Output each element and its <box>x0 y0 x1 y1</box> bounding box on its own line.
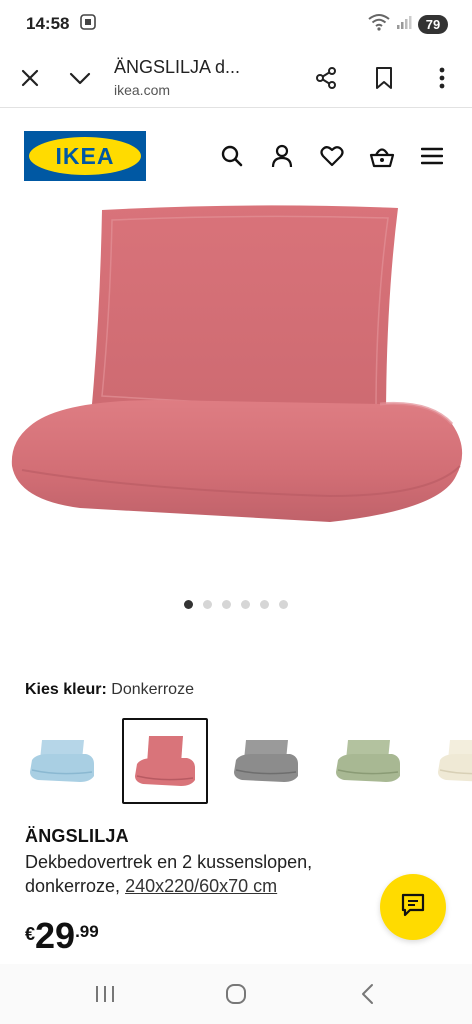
carousel-dot[interactable] <box>260 600 269 609</box>
screenshot-icon <box>79 13 97 36</box>
logo-oval: IKEA <box>29 137 141 175</box>
carousel-dot[interactable] <box>184 600 193 609</box>
heart-icon[interactable] <box>318 142 346 170</box>
product-size-link[interactable]: 240x220/60x70 cm <box>125 876 277 896</box>
swatch-wit[interactable] <box>428 718 472 804</box>
swatch-lichtblauw[interactable] <box>20 718 106 804</box>
basket-icon[interactable] <box>368 142 396 170</box>
carousel-dot[interactable] <box>241 600 250 609</box>
product-name: ÄNGSLILJA <box>25 826 129 846</box>
status-time: 14:58 <box>26 14 70 33</box>
product-description: Dekbedovertrek en 2 kussenslopen, donker… <box>25 850 405 898</box>
page-title: ÄNGSLILJA d... <box>114 57 241 77</box>
signal-icon <box>396 14 412 35</box>
chat-button[interactable] <box>380 874 446 940</box>
product-price: € 29 .99 <box>25 914 99 958</box>
color-swatches <box>20 718 472 804</box>
page-domain: ikea.com <box>114 82 171 98</box>
carousel-dot[interactable] <box>203 600 212 609</box>
battery-indicator: 79 <box>418 14 448 34</box>
chat-icon <box>400 892 426 923</box>
recent-apps-icon[interactable] <box>85 974 125 1014</box>
price-integer: 29 <box>35 915 76 956</box>
menu-icon[interactable] <box>418 142 446 170</box>
carousel-indicator <box>0 600 472 609</box>
price-decimal: .99 <box>75 922 99 941</box>
color-label: Kies kleur: <box>25 681 107 698</box>
chevron-down-icon[interactable] <box>60 58 100 98</box>
browser-toolbar: ÄNGSLILJA d... ikea.com <box>0 48 472 108</box>
back-icon[interactable] <box>347 974 387 1014</box>
swatch-grijs[interactable] <box>224 718 310 804</box>
bookmark-icon[interactable] <box>364 58 404 98</box>
site-header: IKEA <box>0 108 472 204</box>
color-value: Donkerroze <box>111 681 194 698</box>
swatch-donkerroze[interactable] <box>122 718 208 804</box>
logo-text: IKEA <box>55 142 115 169</box>
more-vert-icon[interactable] <box>422 58 462 98</box>
ikea-logo[interactable]: IKEA <box>24 131 146 181</box>
swatch-groen[interactable] <box>326 718 412 804</box>
system-nav-bar <box>0 964 472 1024</box>
page-title-block[interactable]: ÄNGSLILJA d... ikea.com <box>114 57 264 98</box>
close-icon[interactable] <box>10 58 50 98</box>
home-icon[interactable] <box>216 974 256 1014</box>
price-currency: € <box>25 924 36 944</box>
carousel-dot[interactable] <box>222 600 231 609</box>
carousel-dot[interactable] <box>279 600 288 609</box>
search-icon[interactable] <box>218 142 246 170</box>
product-image[interactable] <box>0 204 472 594</box>
share-icon[interactable] <box>306 58 346 98</box>
wifi-icon <box>368 13 390 36</box>
account-icon[interactable] <box>268 142 296 170</box>
color-chooser-label: Kies kleur: Donkerroze <box>25 681 194 699</box>
status-bar: 14:58 79 <box>0 0 472 48</box>
